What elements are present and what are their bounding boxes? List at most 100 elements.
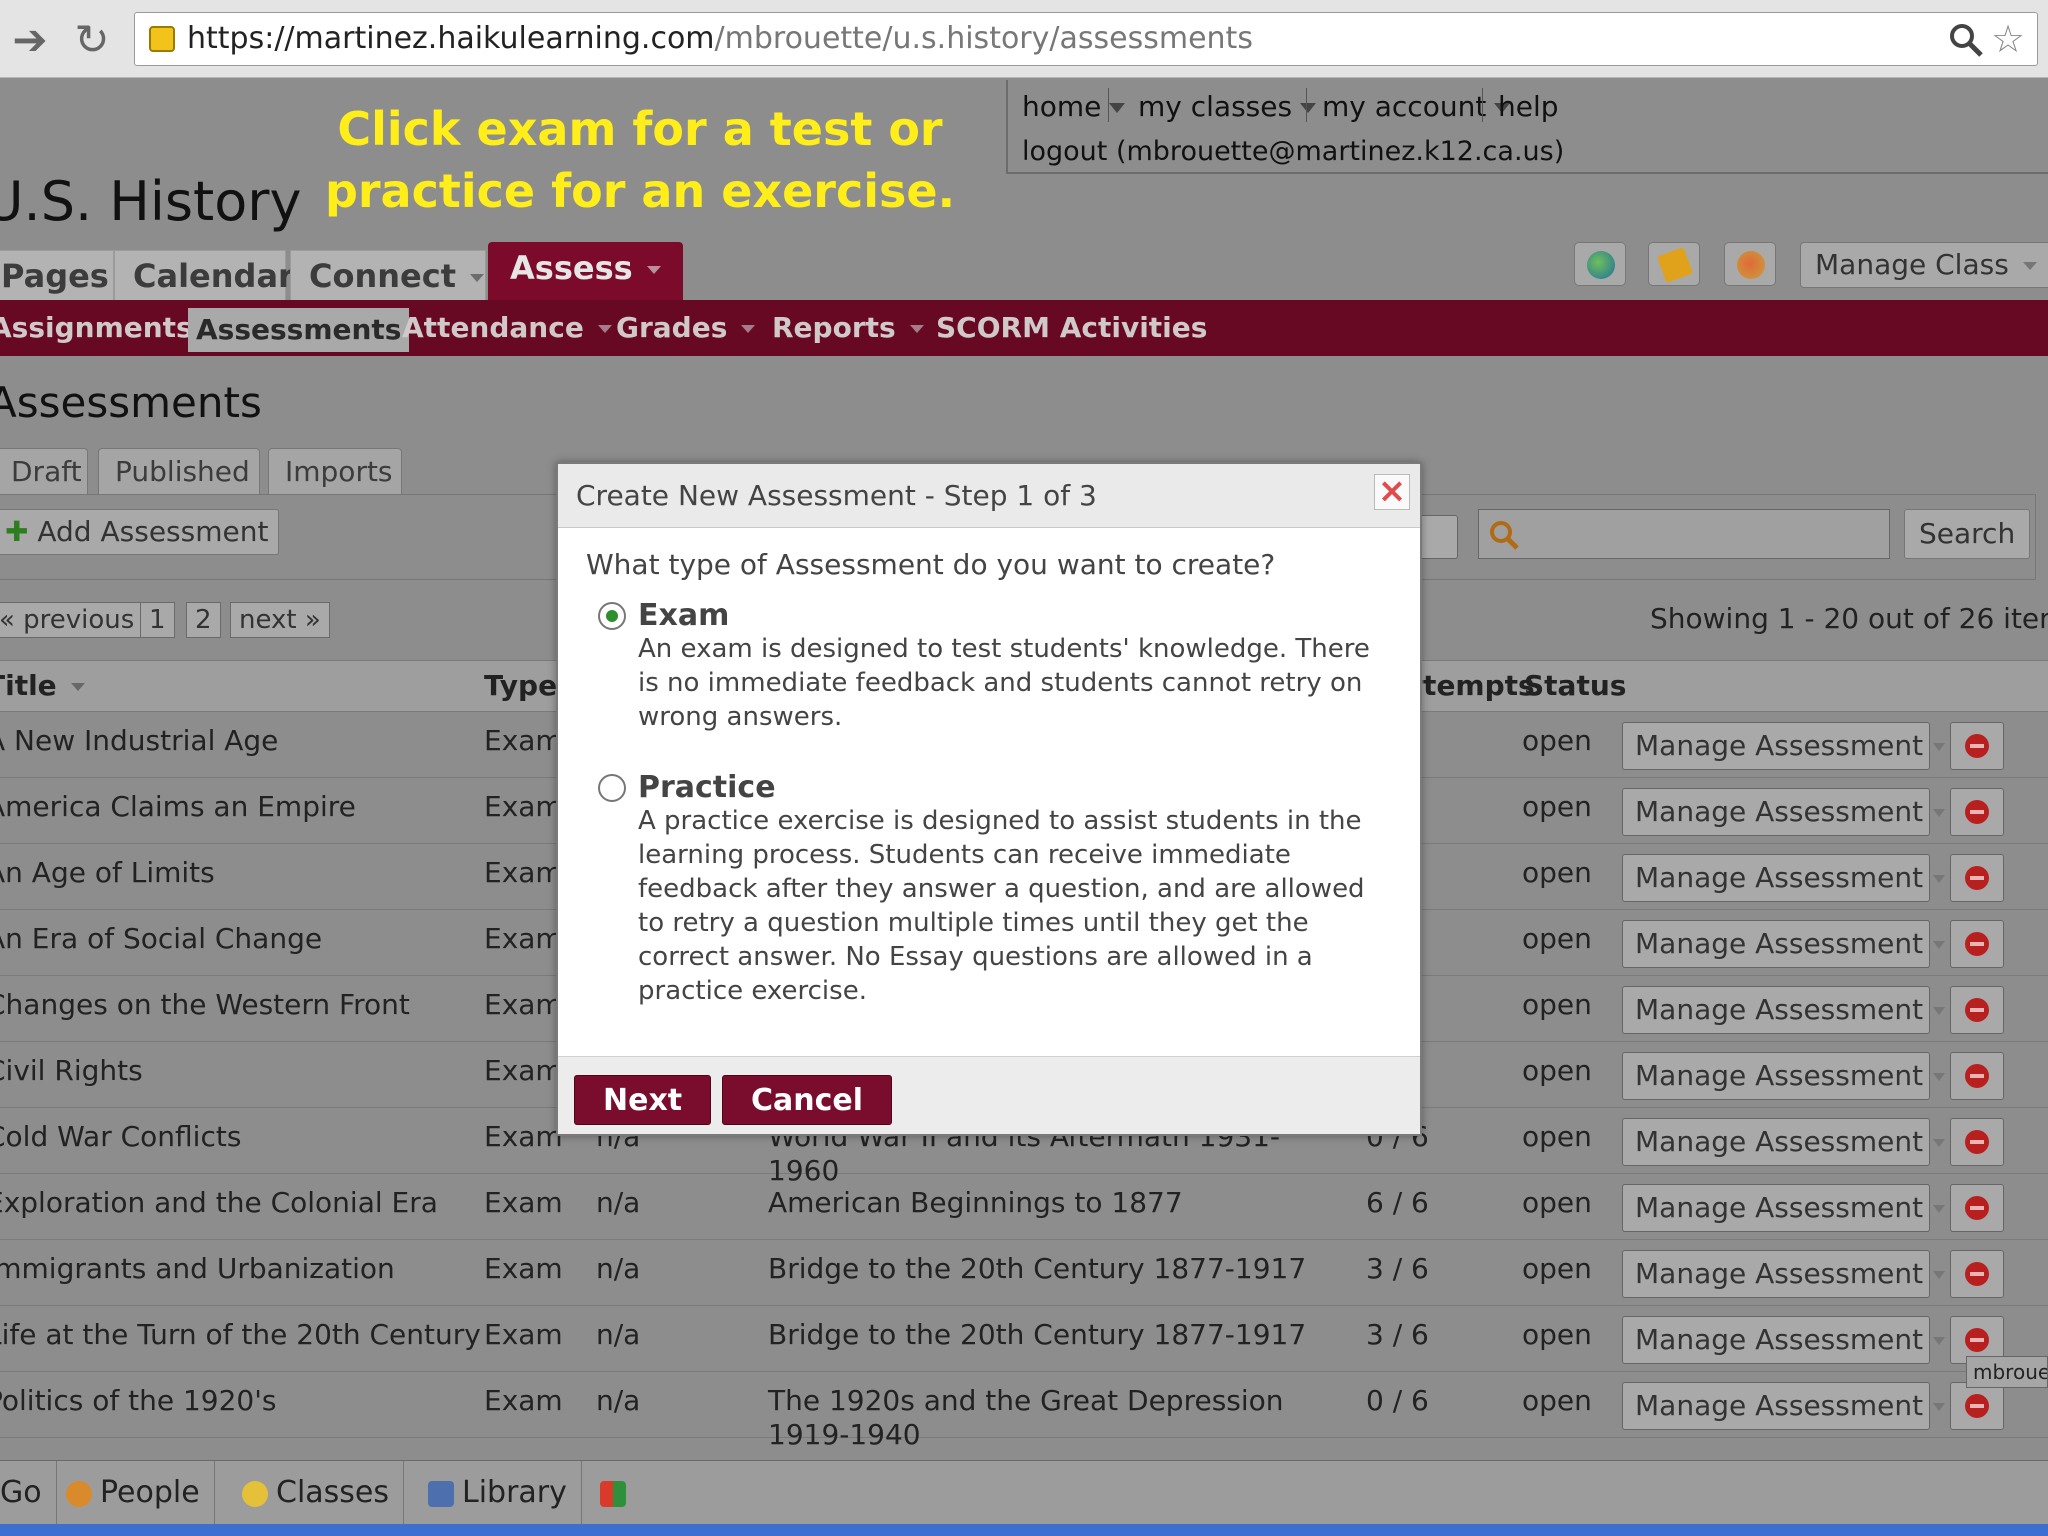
manage-assessment-button[interactable]: Manage Assessment [1622,1118,1946,1166]
subnav-assignments[interactable]: Assignments [0,300,193,356]
delete-button[interactable] [1950,1184,2004,1232]
my-classes-link[interactable]: my classes [1138,90,1317,123]
assessment-type: Exam [484,856,563,889]
assessment-title[interactable]: A New Industrial Age [0,724,278,758]
delete-button[interactable] [1950,1382,2004,1430]
assessment-title[interactable]: Politics of the 1920's [0,1384,277,1418]
col-title[interactable]: Title [0,661,85,711]
manage-assessment-button[interactable]: Manage Assessment [1622,854,1946,902]
previous-link[interactable]: « previous [0,602,144,638]
bookmark-star-icon[interactable]: ☆ [1991,19,2025,59]
zoom-icon[interactable] [1947,21,1985,59]
col-status[interactable]: Status [1524,661,1626,711]
palette-button[interactable] [1724,242,1776,286]
reload-icon[interactable]: ↻ [64,12,120,68]
url-text: https://martinez.haikulearning.com/mbrou… [187,13,1253,65]
megaphone-icon [1657,247,1693,283]
delete-button[interactable] [1950,1118,2004,1166]
table-row: Politics of the 1920's Exam n/a The 1920s a… [0,1372,2048,1451]
delete-button[interactable] [1950,722,2004,770]
exam-radio[interactable] [598,602,626,630]
manage-class-button[interactable]: Manage Class [1800,242,2048,288]
assessment-title[interactable]: Exploration and the Colonial Era [0,1186,438,1220]
tab-published[interactable]: Published [98,448,260,496]
subnav-assessments[interactable]: Assessments [188,308,410,352]
subnav-scorm[interactable]: SCORM Activities [936,300,1207,356]
col-type[interactable]: Type [484,661,557,711]
forward-icon[interactable]: ➔ [2,12,58,68]
subnav-reports[interactable]: Reports [772,300,924,356]
assessment-status: open [1522,724,1592,757]
go-button[interactable]: Go [0,1461,57,1525]
page-2-link[interactable]: 2 [186,602,221,638]
book-icon [428,1480,454,1507]
delete-button[interactable] [1950,920,2004,968]
exam-label[interactable]: Exam [638,598,729,633]
practice-label[interactable]: Practice [638,770,776,805]
delete-button[interactable] [1950,788,2004,836]
manage-assessment-button[interactable]: Manage Assessment [1622,722,1946,770]
manage-assessment-button[interactable]: Manage Assessment [1622,1382,1946,1430]
page-1-link[interactable]: 1 [140,602,175,638]
tab-pages[interactable]: Pages [0,250,114,300]
assessment-title[interactable]: Civil Rights [0,1054,143,1088]
home-link[interactable]: home [1022,90,1126,123]
assessment-type: Exam [484,790,563,823]
close-icon[interactable]: × [1374,474,1410,510]
table-row: Exploration and the Colonial Era Exam n/a A… [0,1174,2048,1240]
security-warning-icon[interactable] [149,26,175,52]
people-button[interactable]: People [52,1461,215,1525]
tab-draft[interactable]: Draft [0,448,88,496]
assessment-title[interactable]: Changes on the Western Front [0,988,410,1022]
manage-assessment-button[interactable]: Manage Assessment [1622,1316,1946,1364]
instruction-line-1: Click exam for a test or [337,102,943,156]
manage-assessment-button[interactable]: Manage Assessment [1622,1052,1946,1100]
assessment-title[interactable]: America Claims an Empire [0,790,356,824]
practice-radio[interactable] [598,774,626,802]
next-link[interactable]: next » [230,602,330,638]
sub-navigation: Assignments Assessments Attendance Grade… [0,300,2048,356]
globe-button[interactable] [1574,242,1626,286]
tab-assess[interactable]: Assess [488,242,683,300]
google-apps-button[interactable] [586,1461,648,1525]
delete-button[interactable] [1950,986,2004,1034]
subnav-grades[interactable]: Grades [616,300,756,356]
address-bar[interactable]: https://martinez.haikulearning.com/mbrou… [134,12,2038,66]
add-assessment-button[interactable]: ✚ Add Assessment [0,509,280,555]
library-button[interactable]: Library [414,1461,582,1525]
user-badge[interactable]: mbrouette [1966,1356,2048,1388]
search-input[interactable] [1478,509,1890,559]
search-button[interactable]: Search [1904,509,2031,559]
delete-icon [1965,734,1989,758]
manage-assessment-button[interactable]: Manage Assessment [1622,1184,1946,1232]
delete-button[interactable] [1950,1052,2004,1100]
assessment-title[interactable]: Life at the Turn of the 20th Century [0,1318,481,1352]
delete-button[interactable] [1950,854,2004,902]
assessment-title[interactable]: An Era of Social Change [0,922,322,956]
tab-calendar[interactable]: Calendar [114,250,294,300]
subnav-attendance[interactable]: Attendance [402,300,612,356]
chevron-down-icon [1933,809,1946,817]
assessment-status: open [1522,856,1592,889]
manage-assessment-button[interactable]: Manage Assessment [1622,1250,1946,1298]
assessment-status: open [1522,988,1592,1021]
manage-assessment-button[interactable]: Manage Assessment [1622,920,1946,968]
announce-button[interactable] [1648,242,1700,286]
manage-assessment-button[interactable]: Manage Assessment [1622,986,1946,1034]
assessment-title[interactable]: An Age of Limits [0,856,215,890]
delete-button[interactable] [1950,1250,2004,1298]
logout-link[interactable]: logout (mbrouette@martinez.k12.ca.us) [1022,136,1564,167]
assessment-title[interactable]: Cold War Conflicts [0,1120,241,1154]
tab-connect[interactable]: Connect [290,250,486,300]
classes-button[interactable]: Classes [228,1461,405,1525]
assessment-points: n/a [596,1384,641,1417]
help-link[interactable]: help [1498,90,1559,123]
tab-imports[interactable]: Imports [268,448,402,496]
next-button[interactable]: Next [574,1075,712,1125]
lightbulb-icon [242,1480,268,1507]
filter-select[interactable] [1420,515,1458,559]
assessment-title[interactable]: Immigrants and Urbanization [0,1252,395,1286]
manage-assessment-button[interactable]: Manage Assessment [1622,788,1946,836]
cancel-button[interactable]: Cancel [722,1075,893,1125]
people-icon [66,1480,92,1507]
